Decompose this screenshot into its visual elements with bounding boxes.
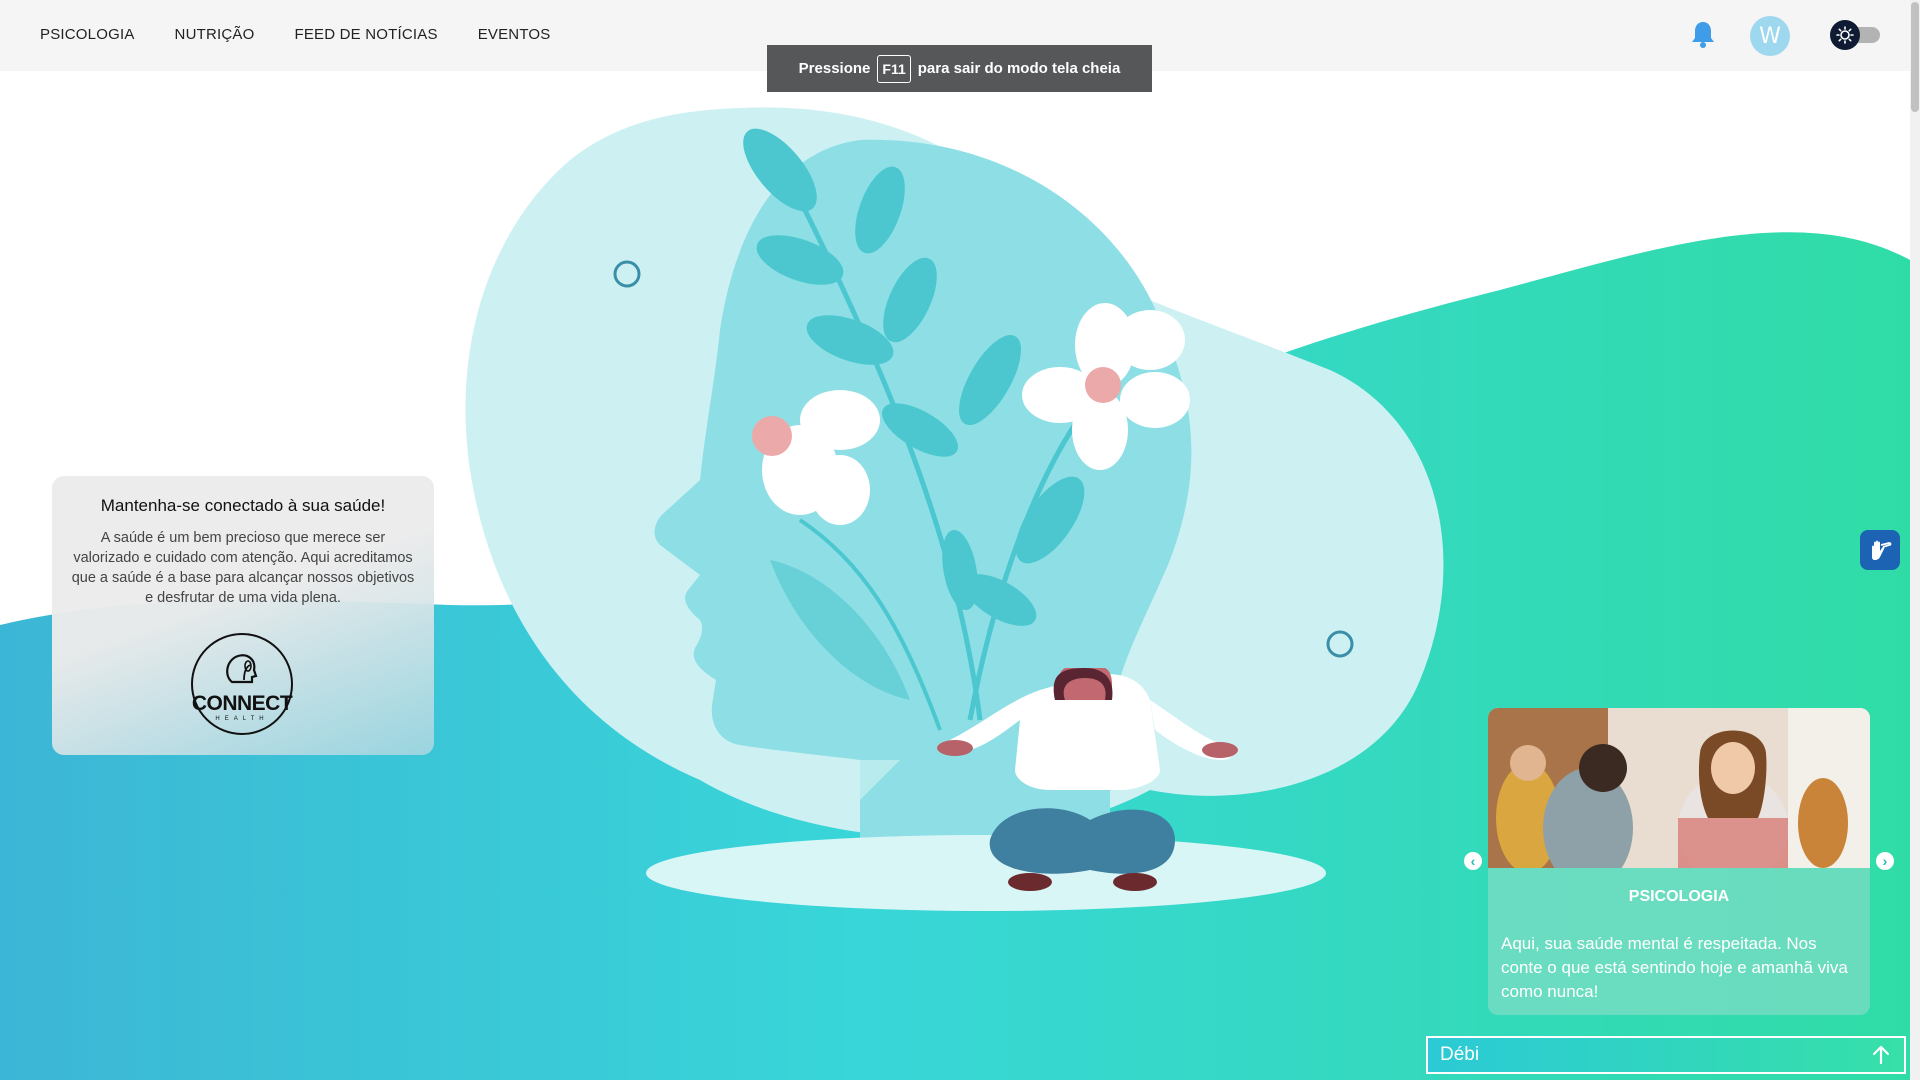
chevron-right-icon[interactable]: ›	[1876, 852, 1894, 870]
carousel-card[interactable]: PSICOLOGIA Aqui, sua saúde mental é resp…	[1488, 708, 1870, 1015]
info-card-title: Mantenha-se conectado à sua saúde!	[100, 496, 386, 515]
info-card: Mantenha-se conectado à sua saúde! A saú…	[52, 476, 434, 755]
logo-text: CONNECT	[191, 692, 293, 715]
main-nav: PSICOLOGIA NUTRIÇÃO FEED DE NOTÍCIAS EVE…	[40, 26, 551, 43]
nav-nutricao[interactable]: NUTRIÇÃO	[175, 26, 255, 43]
sign-language-widget[interactable]	[1860, 530, 1900, 570]
avatar-initial: W	[1759, 23, 1781, 49]
connect-health-logo: CONNECT HEALTH	[190, 632, 294, 736]
toast-suffix: para sair do modo tela cheia	[917, 60, 1121, 77]
chat-name: Débi	[1440, 1044, 1480, 1065]
carousel-photo	[1488, 708, 1870, 868]
carousel-text: Aqui, sua saúde mental é respeitada. Nos…	[1501, 934, 1848, 1001]
info-card-text: A saúde é um bem precioso que merece ser…	[71, 530, 415, 606]
carousel-title: PSICOLOGIA	[1628, 888, 1730, 905]
scrollbar-thumb[interactable]	[1911, 2, 1919, 112]
theme-toggle[interactable]	[1830, 20, 1880, 50]
logo-subtext: HEALTH	[215, 716, 269, 722]
scrollbar-track[interactable]	[1910, 0, 1920, 1080]
toast-key: F11	[877, 54, 911, 83]
hands-icon	[1872, 540, 1892, 560]
arrow-up-icon[interactable]	[1870, 1044, 1892, 1066]
user-avatar[interactable]: W	[1750, 16, 1790, 56]
bell-icon[interactable]	[1690, 20, 1716, 48]
chevron-left-icon[interactable]: ‹	[1464, 852, 1482, 870]
nav-feed-de-noticias[interactable]: FEED DE NOTÍCIAS	[294, 26, 437, 43]
sun-icon	[1830, 20, 1860, 50]
nav-psicologia[interactable]: PSICOLOGIA	[40, 26, 135, 43]
chat-bar[interactable]: Débi	[1426, 1036, 1906, 1074]
fullscreen-toast: Pressione F11 para sair do modo tela che…	[767, 45, 1152, 92]
toast-prefix: Pressione	[798, 60, 871, 77]
nav-eventos[interactable]: EVENTOS	[478, 26, 551, 43]
